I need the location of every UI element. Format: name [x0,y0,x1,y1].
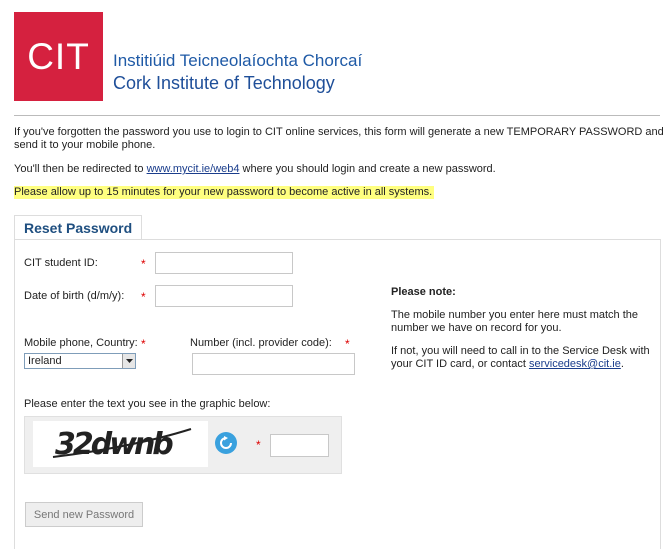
required-marker: * [141,290,146,304]
country-select[interactable]: Ireland [24,353,136,369]
captcha-input[interactable] [270,434,329,457]
mobile-number-input[interactable] [192,353,355,375]
send-new-password-button[interactable]: Send new Password [25,502,143,527]
number-label: Number (incl. provider code): [190,337,332,349]
chevron-down-icon[interactable] [122,354,135,368]
institute-name-english: Cork Institute of Technology [113,73,335,93]
logo-mark: CIT [27,35,90,77]
note-title: Please note: [391,286,456,298]
dob-input[interactable] [155,285,293,307]
note-contact-text: If not, you will need to call in to the … [391,345,650,370]
student-id-input[interactable] [155,252,293,274]
required-marker: * [141,257,146,271]
captcha-image: 32dwnb [33,421,208,467]
mycit-link[interactable]: www.mycit.ie/web4 [147,163,240,175]
activation-warning: Please allow up to 15 minutes for your n… [14,186,435,199]
country-label: Mobile phone, Country: [24,337,138,349]
required-marker: * [345,337,350,351]
captcha-label: Please enter the text you see in the gra… [24,398,271,410]
header-divider [14,115,660,116]
dob-label: Date of birth (d/m/y): [24,290,125,302]
student-id-label: CIT student ID: [24,257,98,269]
cit-logo: CIT [14,12,103,101]
captcha-strike-line [52,428,192,458]
required-marker: * [141,337,146,351]
note-match-text: The mobile number you enter here must ma… [391,309,639,334]
tab-reset-password[interactable]: Reset Password [14,215,142,239]
required-marker: * [256,438,261,452]
country-selected-value: Ireland [28,355,62,367]
redirect-paragraph: You'll then be redirected to www.mycit.i… [14,163,496,175]
institute-name-irish: Institiúid Teicneolaíochta Chorcaí [113,51,363,70]
refresh-captcha-icon[interactable] [215,432,237,454]
servicedesk-email-link[interactable]: servicedesk@cit.ie [529,358,621,370]
intro-paragraph: If you've forgotten the password you use… [14,126,664,151]
